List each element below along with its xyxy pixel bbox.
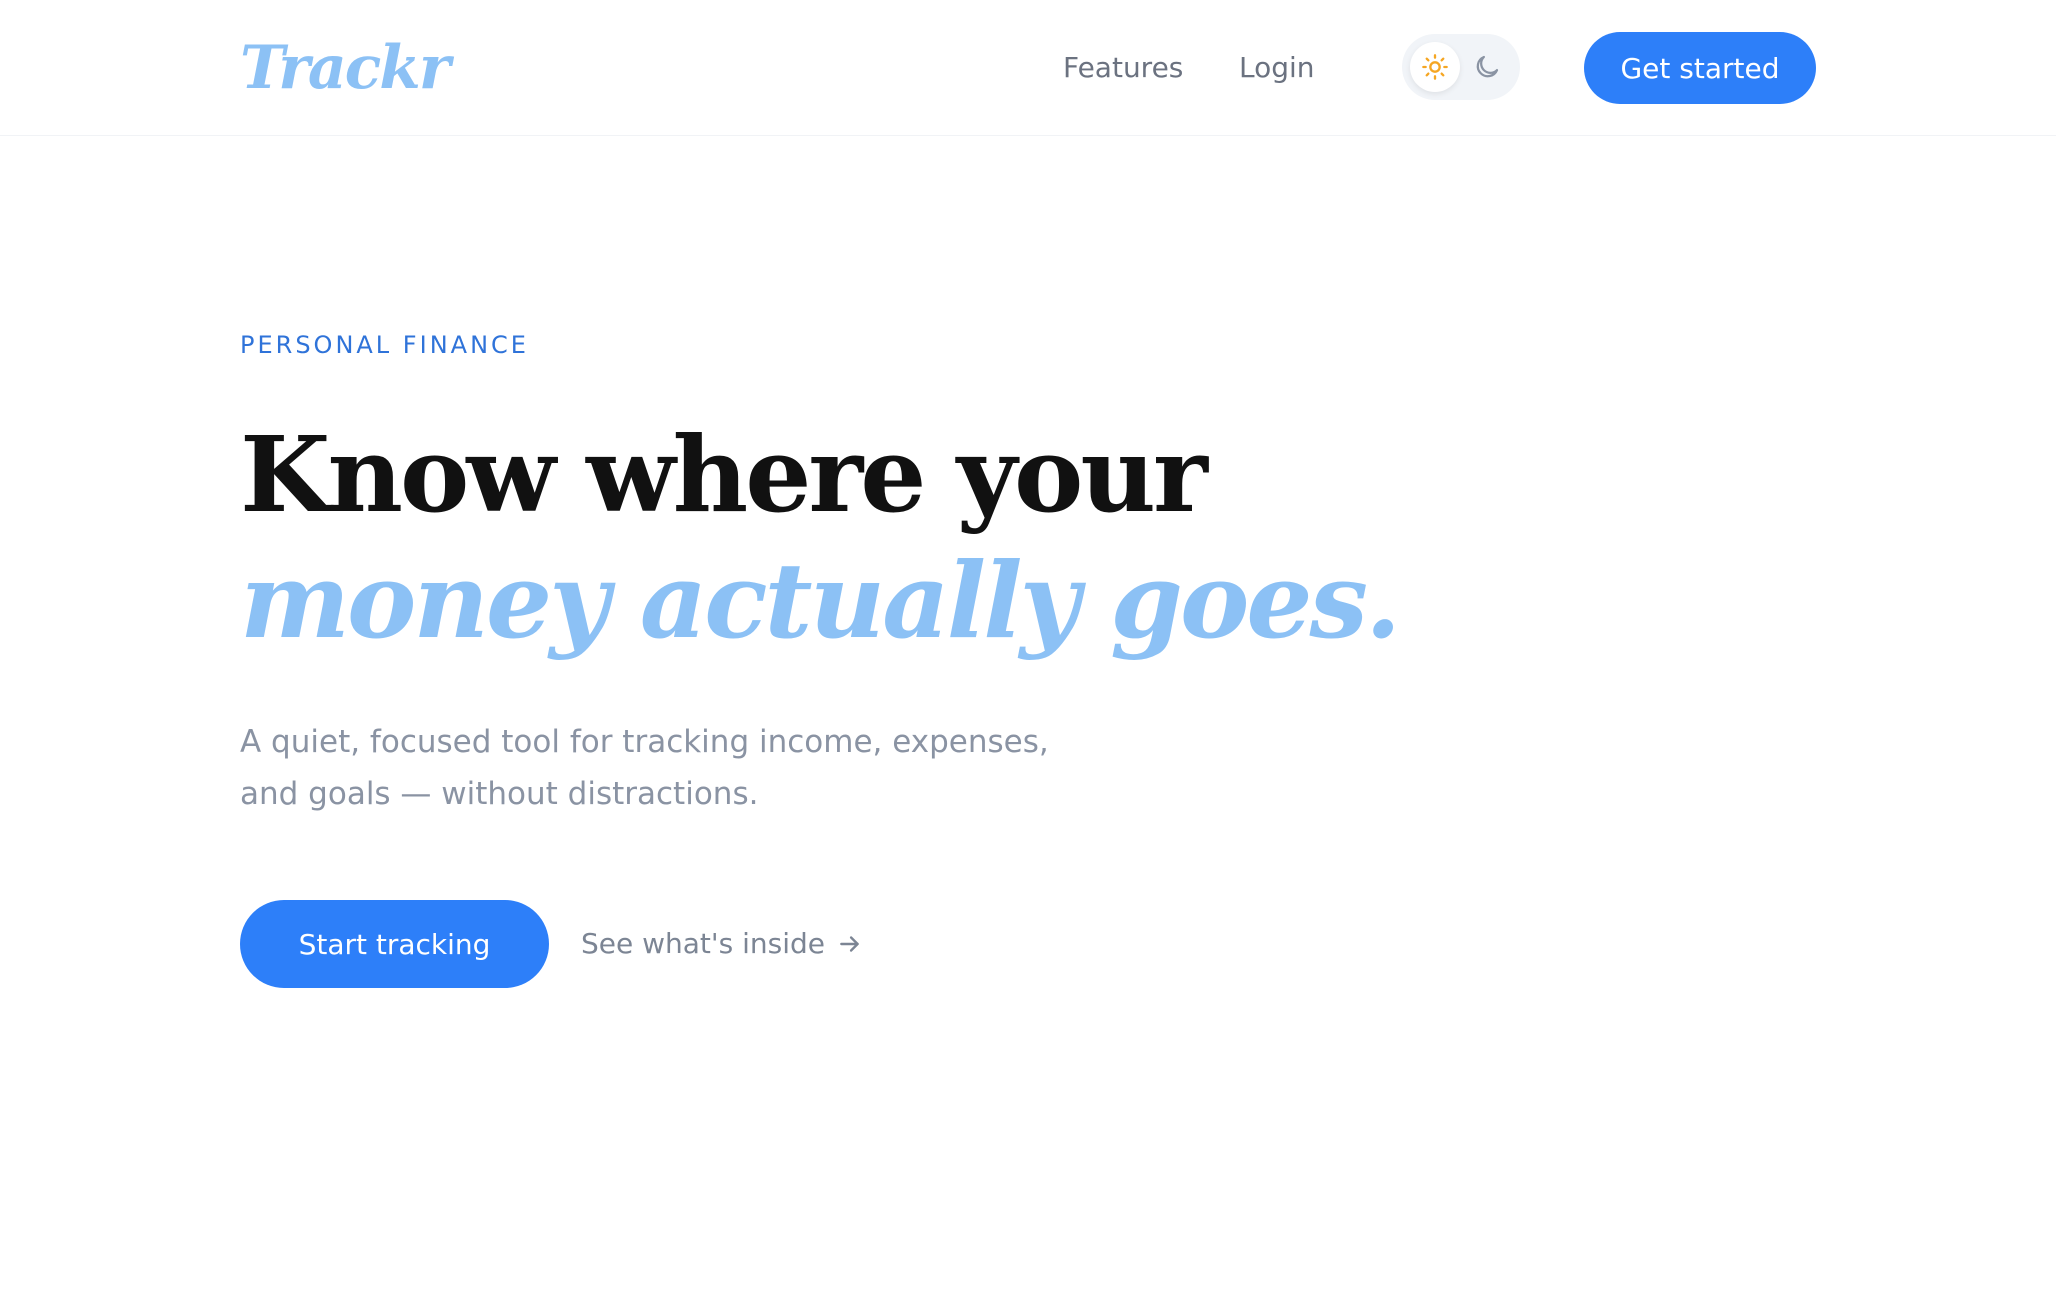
see-whats-inside-label: See what's inside (581, 927, 825, 960)
arrow-right-icon (840, 936, 859, 952)
theme-option-dark[interactable] (1462, 42, 1512, 92)
hero-headline-line2: money actually goes. (240, 539, 1401, 662)
hero-headline-line1: Know where your (240, 413, 1208, 536)
site-header: Trackr Features Login Get started (0, 0, 2056, 136)
theme-option-light[interactable] (1410, 42, 1460, 92)
landing-page: Trackr Features Login Get started PERSON… (0, 0, 2056, 1316)
logo[interactable]: Trackr (240, 30, 450, 106)
theme-toggle[interactable] (1402, 34, 1520, 100)
start-tracking-button[interactable]: Start tracking (240, 900, 549, 988)
hero-headline: Know where your money actually goes. (240, 412, 1401, 664)
see-whats-inside-link[interactable]: See what's inside (581, 924, 863, 964)
nav-link-login[interactable]: Login (1239, 48, 1315, 88)
nav-link-features[interactable]: Features (1063, 48, 1183, 88)
hero-subtitle: A quiet, focused tool for tracking incom… (240, 724, 1049, 812)
hero-eyebrow: PERSONAL FINANCE (240, 331, 529, 359)
sun-icon (1422, 54, 1448, 80)
get-started-button[interactable]: Get started (1584, 32, 1816, 104)
moon-icon (1476, 55, 1499, 78)
